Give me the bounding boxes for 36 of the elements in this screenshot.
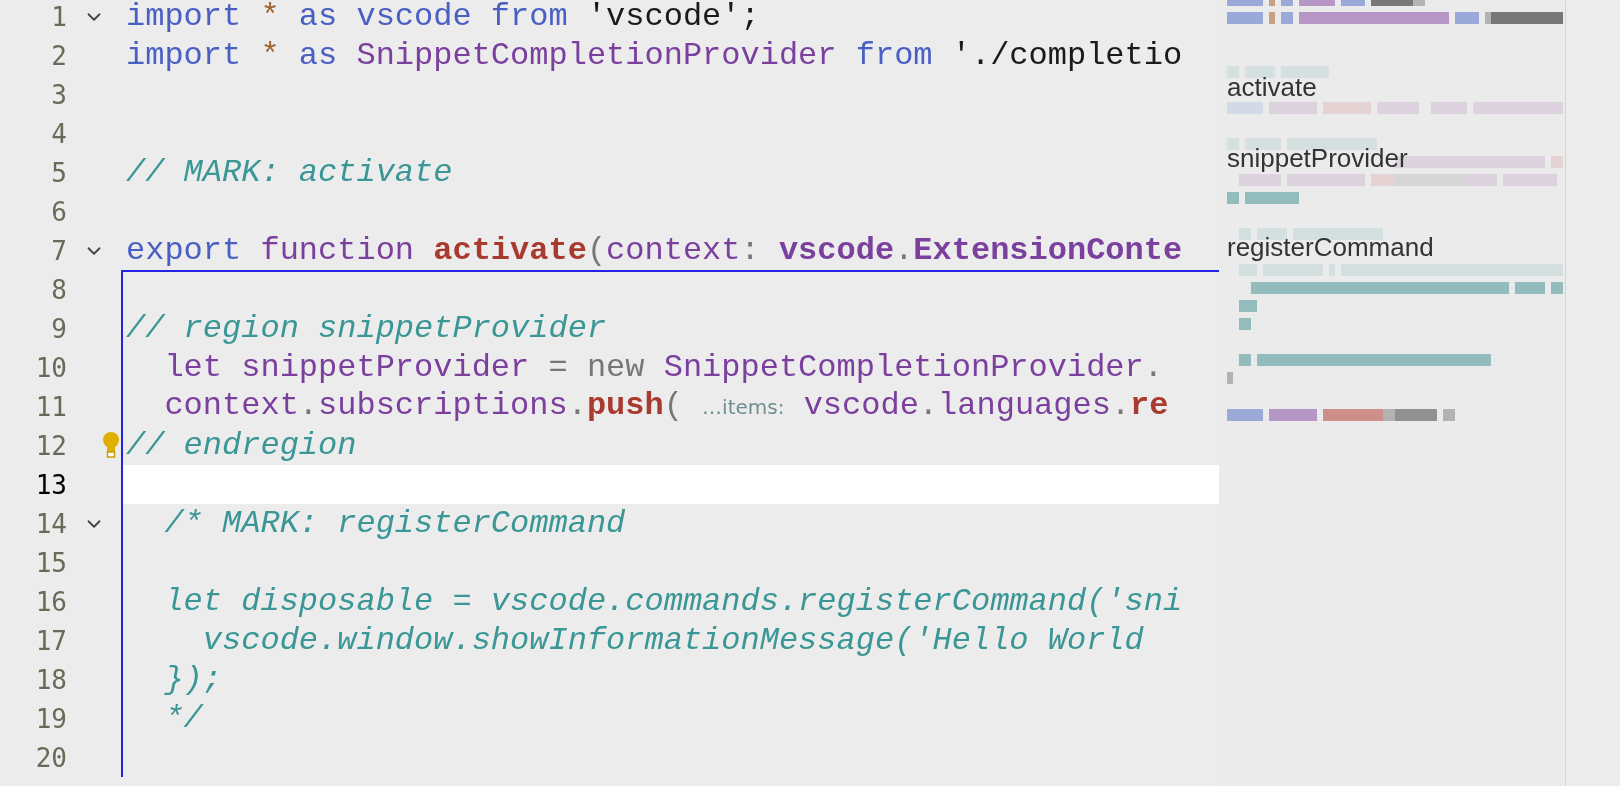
code-line: import * as vscode from 'vscode';: [126, 0, 760, 34]
line-number: 12: [34, 430, 67, 461]
minimap-section-label: activate: [1227, 72, 1317, 103]
line-number: 6: [50, 196, 67, 227]
code-line: // MARK: activate: [126, 155, 453, 190]
line-number: 16: [34, 586, 67, 617]
minimap-section-label: registerCommand: [1227, 232, 1434, 263]
code-line: context.subscriptions.push( …items: vscode.languages.re: [163, 389, 1169, 424]
line-number: 8: [50, 274, 67, 305]
line-number: 5: [50, 157, 67, 188]
line-number: 20: [34, 742, 67, 773]
line-number: 7: [50, 235, 67, 266]
line-number: 11: [34, 391, 67, 422]
minimap-section-label: snippetProvider: [1227, 143, 1408, 174]
line-number: 3: [50, 79, 67, 110]
line-number: 9: [50, 313, 67, 344]
code-line: import * as SnippetCompletionProvider from './completio: [126, 38, 1183, 73]
line-number: 1: [50, 1, 67, 32]
code-line: */: [163, 701, 203, 736]
line-number: 10: [34, 352, 67, 383]
code-line: // endregion: [126, 428, 357, 463]
line-number: 15: [34, 547, 67, 578]
line-number: 13: [34, 469, 67, 500]
code-line: export function activate(context: vscode.ExtensionConte: [126, 233, 1183, 268]
code-line: vscode.window.showInformationMessage('Hello World: [201, 623, 1144, 658]
line-number: 19: [34, 703, 67, 734]
line-number: 17: [34, 625, 67, 656]
code-line: let disposable = vscode.commands.registerCommand('sni: [163, 584, 1183, 619]
code-line: /* MARK: registerCommand: [163, 506, 626, 541]
line-number: 4: [50, 118, 67, 149]
line-number: 14: [34, 508, 67, 539]
code-line: let snippetProvider = new SnippetCompletionProvider.: [163, 350, 1163, 385]
code-line: // region snippetProvider: [126, 311, 607, 346]
code-line: });: [163, 662, 222, 697]
line-number: 2: [50, 40, 67, 71]
line-number: 18: [34, 664, 67, 695]
